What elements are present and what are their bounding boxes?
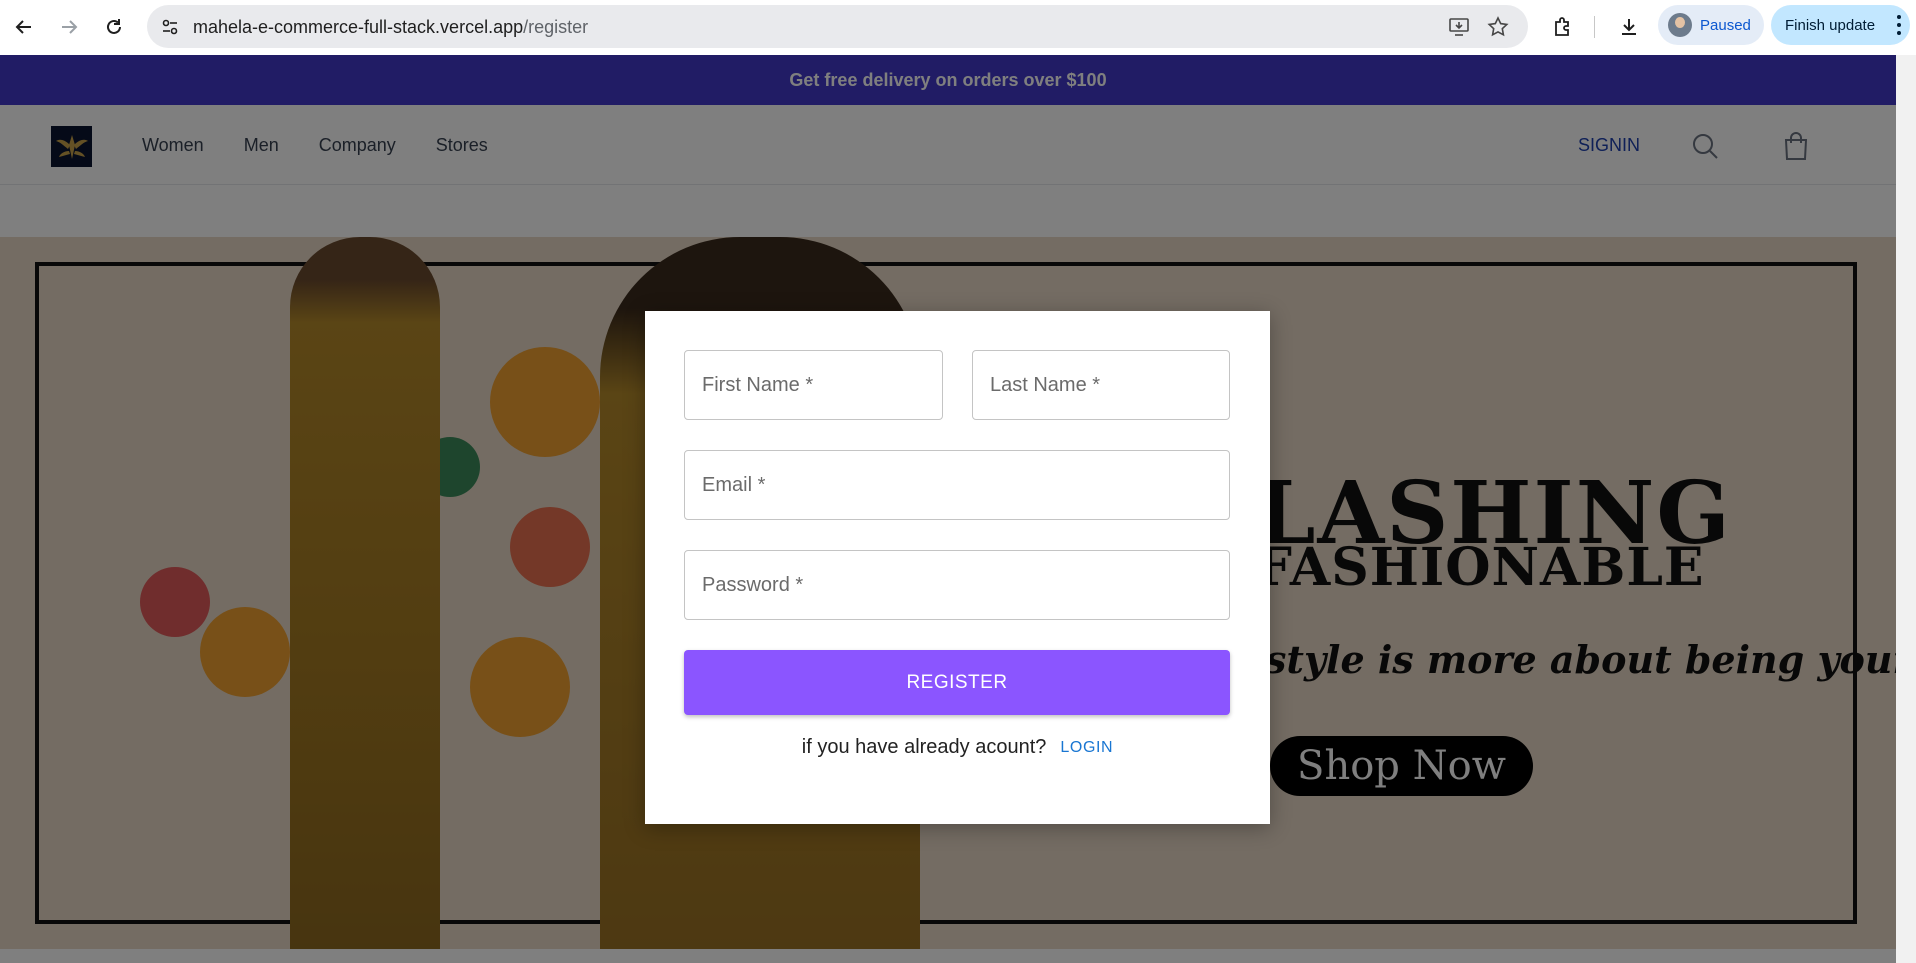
last-name-field [972,350,1230,420]
toolbar-divider [1594,16,1595,38]
bookmark-star-icon[interactable] [1486,15,1510,39]
site-info-icon[interactable] [157,14,183,40]
login-prompt: if you have already acount? [801,736,1047,758]
install-app-icon[interactable] [1447,15,1471,39]
last-name-input[interactable] [973,351,1229,419]
register-button[interactable]: REGISTER [684,650,1230,715]
password-field [684,550,1230,620]
reload-icon[interactable] [97,10,131,44]
login-prompt-row: if you have already acount? LOGIN [645,736,1270,759]
profile-button[interactable]: Paused [1658,5,1764,45]
page-scrollbar[interactable] [1896,55,1916,963]
finish-update-label: Finish update [1785,16,1876,34]
email-input[interactable] [685,451,1229,519]
forward-icon[interactable] [52,10,86,44]
password-input[interactable] [685,551,1229,619]
url-path: /register [523,17,589,37]
menu-icon[interactable] [1896,15,1902,35]
login-link[interactable]: LOGIN [1060,739,1113,757]
url-text[interactable]: mahela-e-commerce-full-stack.vercel.app/… [193,17,588,38]
browser-toolbar: mahela-e-commerce-full-stack.vercel.app/… [0,0,1916,55]
first-name-field [684,350,943,420]
register-dialog: REGISTER if you have already acount? LOG… [645,311,1270,824]
url-host: mahela-e-commerce-full-stack.vercel.app [193,17,524,37]
first-name-input[interactable] [685,351,942,419]
finish-update-button[interactable]: Finish update [1771,5,1910,45]
email-field [684,450,1230,520]
downloads-icon[interactable] [1615,13,1643,41]
avatar [1668,13,1692,37]
profile-status: Paused [1700,16,1751,34]
back-icon[interactable] [7,10,41,44]
web-page: Get free delivery on orders over $100 Wo… [0,55,1896,963]
address-bar[interactable]: mahela-e-commerce-full-stack.vercel.app/… [147,5,1528,48]
extensions-icon[interactable] [1549,13,1577,41]
